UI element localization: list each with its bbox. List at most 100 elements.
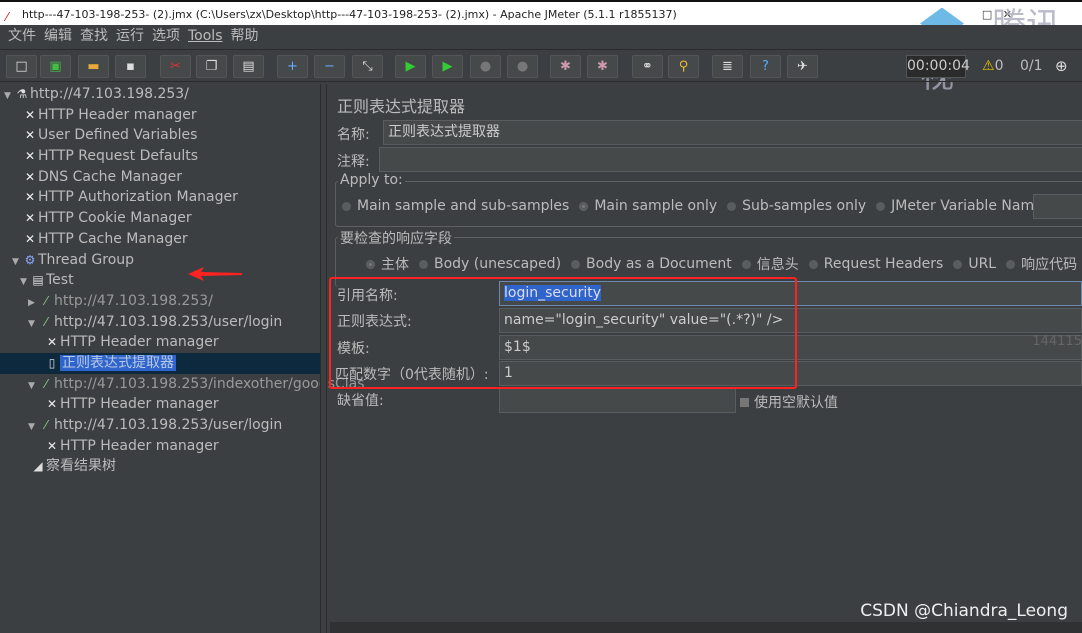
stop-button[interactable]: ●: [470, 55, 501, 78]
tree-node[interactable]: ▼ ⁄ http://47.103.198.253/user/login: [0, 312, 320, 333]
menu-0[interactable]: 文件: [4, 25, 40, 48]
reset-search-icon: ⚲: [678, 59, 689, 74]
search-button[interactable]: ⚭: [632, 55, 663, 78]
tree-node-label: http://47.103.198.253/user/login: [54, 313, 283, 330]
tree-node[interactable]: ▼ ⚙ Thread Group: [0, 250, 320, 271]
tree-node-label: http://47.103.198.253/: [30, 86, 189, 102]
config-icon: ✕: [24, 149, 36, 164]
use-empty-default-checkbox[interactable]: 使用空默认值: [740, 392, 838, 412]
tree-node[interactable]: ✕ HTTP Cache Manager: [0, 229, 320, 250]
expanded-arrow-icon[interactable]: ▼: [28, 376, 38, 397]
radio-option[interactable]: 主体: [366, 254, 409, 274]
copy-button[interactable]: ❐: [196, 55, 227, 78]
radio-option[interactable]: 响应代码: [1006, 254, 1077, 274]
controller-icon: ▤: [32, 273, 44, 288]
tree-node[interactable]: ▼ ⚗ http://47.103.198.253/: [0, 84, 320, 105]
active-threads: 0/1: [1020, 58, 1043, 74]
tree-node[interactable]: ▼ ⁄ http://47.103.198.253/user/login: [0, 415, 320, 436]
tree-node[interactable]: ◢ 察看结果树: [0, 456, 320, 477]
side-number: 144115: [1032, 334, 1082, 349]
tree-node[interactable]: ▯ 正则表达式提取器: [0, 352, 320, 374]
cut-button[interactable]: ✂: [160, 55, 191, 78]
tree-node[interactable]: ✕ HTTP Header manager: [0, 436, 320, 457]
apply-to-legend: Apply to:: [338, 172, 405, 188]
tree-node-label: http://47.103.198.253/user/login: [54, 417, 283, 433]
radio-option[interactable]: Sub-samples only: [727, 198, 866, 214]
clear-all-button[interactable]: ✱: [587, 55, 618, 78]
expanded-arrow-icon[interactable]: ▼: [4, 86, 14, 107]
expanded-arrow-icon[interactable]: ▼: [28, 417, 38, 438]
shutdown-button[interactable]: ●: [507, 55, 538, 78]
clear-button[interactable]: ✱: [550, 55, 581, 78]
tree-node[interactable]: ▼ ⁄ http://47.103.198.253/indexother/goods…: [0, 374, 365, 397]
warnings-count[interactable]: ⚠0: [982, 58, 1003, 74]
new-icon: □: [15, 59, 28, 74]
sampler-icon: ⁄: [44, 314, 47, 329]
tree-node-label: 察看结果树: [46, 458, 116, 475]
expanded-arrow-icon[interactable]: ▼: [28, 314, 38, 335]
tree-node[interactable]: ✕ DNS Cache Manager: [0, 167, 320, 188]
radio-option[interactable]: Main sample only: [579, 198, 717, 214]
radio-option[interactable]: Main sample and sub-samples: [342, 198, 569, 214]
tree-node[interactable]: ▶ ⁄ http://47.103.198.253/: [0, 291, 320, 312]
field-to-check-legend: 要检查的响应字段: [338, 228, 454, 248]
jmeter-variable-input[interactable]: [1033, 194, 1082, 219]
tree-node[interactable]: ✕ HTTP Header manager: [0, 105, 320, 126]
csdn-watermark: CSDN @Chiandra_Leong: [860, 601, 1068, 621]
remote-button[interactable]: ✈: [787, 55, 818, 78]
paste-button[interactable]: ▤: [233, 55, 264, 78]
cut-icon: ✂: [170, 59, 181, 74]
clear-all-icon: ✱: [597, 59, 608, 74]
default-value-input[interactable]: [499, 388, 736, 413]
start-button[interactable]: ▶: [395, 55, 426, 78]
tree-node-label: HTTP Request Defaults: [38, 148, 199, 165]
menu-4[interactable]: 选项: [148, 25, 184, 48]
menu-5[interactable]: Tools: [184, 25, 227, 48]
gear-icon: ⚙: [24, 252, 36, 267]
horizontal-scrollbar[interactable]: [330, 622, 1082, 633]
panel-splitter[interactable]: [320, 84, 327, 633]
start-no-pause-button[interactable]: ▶: [432, 55, 463, 78]
menu-6[interactable]: 帮助: [227, 25, 263, 48]
remote-status-icon[interactable]: ⊕: [1055, 57, 1068, 75]
radio-option[interactable]: Request Headers: [808, 256, 943, 272]
comment-input[interactable]: [379, 147, 1082, 172]
config-icon: ✕: [46, 438, 58, 453]
help-button[interactable]: ?: [750, 55, 781, 78]
menu-1[interactable]: 编辑: [40, 25, 76, 48]
function-helper-button[interactable]: ≣: [712, 55, 743, 78]
toggle-button[interactable]: ⤡: [352, 55, 383, 78]
expanded-arrow-icon[interactable]: ▼: [20, 272, 30, 293]
radio-option[interactable]: Body as a Document: [571, 256, 732, 272]
tree-node[interactable]: ✕ HTTP Cookie Manager: [0, 208, 320, 229]
tree-node[interactable]: ▼ ▤ Test: [0, 270, 320, 291]
config-icon: ✕: [24, 128, 36, 143]
tree-node[interactable]: ✕ User Defined Variables: [0, 125, 320, 146]
new-button[interactable]: □: [6, 55, 37, 78]
tree-node[interactable]: ✕ HTTP Header manager: [0, 332, 320, 353]
radio-option[interactable]: 信息头: [741, 254, 799, 274]
templates-button[interactable]: ▣: [40, 55, 71, 78]
menu-2[interactable]: 查找: [76, 25, 112, 48]
radio-option[interactable]: Body (unescaped): [419, 256, 561, 272]
tree-node[interactable]: ✕ HTTP Authorization Manager: [0, 187, 320, 208]
tree-node[interactable]: ✕ HTTP Header manager: [0, 394, 320, 415]
paste-icon: ▤: [242, 59, 255, 74]
expanded-arrow-icon[interactable]: ▼: [12, 252, 22, 273]
open-button[interactable]: ▬: [78, 55, 109, 78]
name-input[interactable]: 正则表达式提取器: [383, 120, 1082, 145]
menu-3[interactable]: 运行: [112, 25, 148, 48]
config-icon: ✕: [46, 397, 58, 412]
config-icon: ✕: [46, 335, 58, 350]
expand-button[interactable]: +: [277, 55, 308, 78]
collapsed-arrow-icon[interactable]: ▶: [28, 293, 38, 314]
save-button[interactable]: ▪: [115, 55, 146, 78]
toolbar: 00:00:04 ⚠0 0/1 ⊕ □ ▣ ▬ ▪ ✂ ❐ ▤ + − ⤡ ▶ ▶ ● ● ✱ ✱ ⚭ ⚲ ≣? ✈: [0, 49, 1082, 82]
collapse-button[interactable]: −: [314, 55, 345, 78]
tree-node-label: HTTP Authorization Manager: [38, 189, 238, 206]
tree-node-label: HTTP Header manager: [38, 106, 197, 123]
tree-scrollbar[interactable]: [0, 622, 320, 633]
tree-node[interactable]: ✕ HTTP Request Defaults: [0, 146, 320, 167]
reset-search-button[interactable]: ⚲: [668, 55, 699, 78]
radio-option[interactable]: URL: [953, 256, 996, 272]
